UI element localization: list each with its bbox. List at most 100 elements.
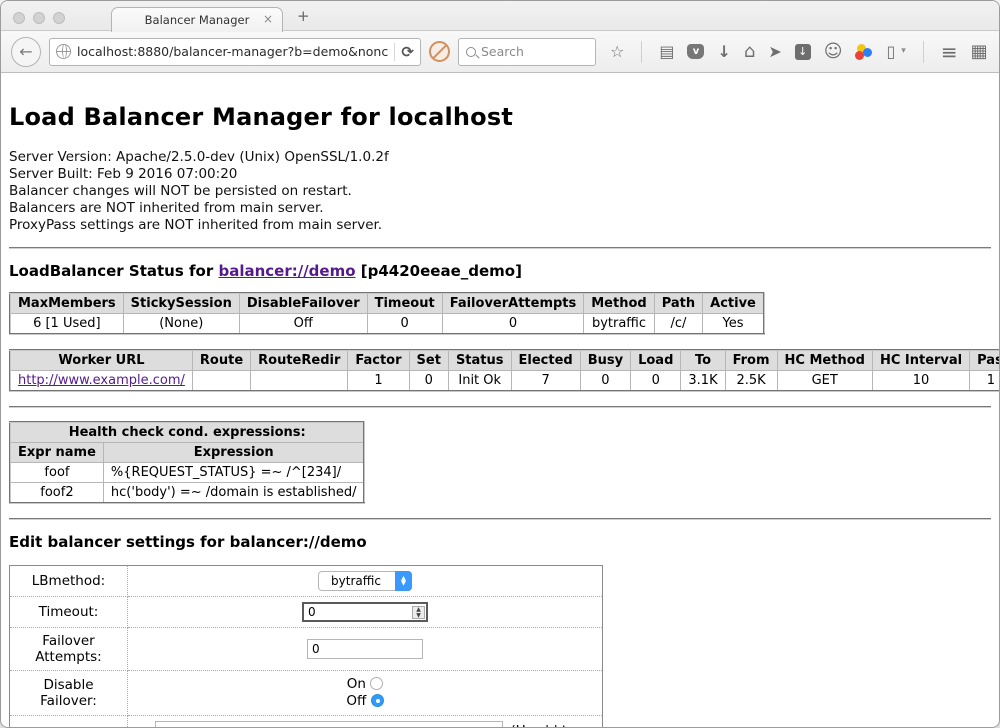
reload-icon[interactable]: ⟳ [401, 43, 414, 61]
noscript-addon-icon[interactable] [429, 41, 450, 62]
column-header-cell: DisableFailover [239, 293, 367, 314]
table-cell: 10 [872, 371, 969, 392]
zoom-window-button[interactable] [53, 12, 65, 24]
new-tab-button[interactable]: + [297, 7, 310, 25]
failover-on-radio[interactable] [370, 677, 383, 690]
send-tab-icon[interactable]: ➤ [768, 44, 781, 60]
status-heading-prefix: LoadBalancer Status for [9, 262, 218, 280]
failover-off-label: Off [346, 693, 366, 709]
table-cell: 0 [631, 371, 681, 392]
column-header-cell: HC Method [777, 350, 872, 371]
column-header-cell: Method [584, 293, 654, 314]
site-identity-globe-icon[interactable] [56, 44, 71, 59]
persist-note-line: Balancer changes will NOT be persisted o… [9, 183, 991, 200]
url-bar[interactable]: localhost:8880/balancer-manager?b=demo&n… [49, 38, 421, 66]
column-header-cell: Active [703, 293, 764, 314]
form-row-lbmethod: LBmethod: bytraffic ▲▼ [10, 566, 603, 597]
timeout-input[interactable] [302, 602, 428, 622]
table-cell: 0 [442, 314, 584, 335]
server-version-line: Server Version: Apache/2.5.0-dev (Unix) … [9, 149, 991, 166]
proxypass-note-line: ProxyPass settings are NOT inherited fro… [9, 217, 991, 234]
table-cell: bytraffic [584, 314, 654, 335]
lbmethod-label: LBmethod: [10, 566, 128, 597]
bookmark-star-icon[interactable]: ☆ [610, 44, 624, 60]
sticky-session-label: Sticky Session: [10, 716, 128, 728]
column-header-cell: Expr name [10, 443, 103, 463]
table-cell: %{REQUEST_STATUS} =~ /^[234]/ [103, 463, 364, 483]
window-controls [13, 12, 65, 24]
table-cell: 3.1K [681, 371, 725, 392]
table-cell: foof2 [10, 483, 103, 504]
column-header-cell: Load [631, 350, 681, 371]
server-info: Server Version: Apache/2.5.0-dev (Unix) … [9, 149, 991, 234]
health-table-body: foof%{REQUEST_STATUS} =~ /^[234]/foof2hc… [10, 463, 364, 504]
column-header-cell: From [725, 350, 777, 371]
pocket-icon[interactable]: v [687, 44, 704, 59]
loadbalancer-status-heading: LoadBalancer Status for balancer://demo … [9, 262, 991, 280]
url-divider [394, 43, 395, 61]
hamburger-menu-icon[interactable]: ≡ [941, 42, 958, 62]
column-header-cell: Factor [348, 350, 409, 371]
failover-attempts-input[interactable] [307, 639, 423, 659]
sticky-session-input[interactable] [155, 721, 503, 728]
form-row-failover-attempts: Failover Attempts: [10, 628, 603, 671]
minimize-window-button[interactable] [33, 12, 45, 24]
table-cell: 2.5K [725, 371, 777, 392]
form-row-sticky-session: Sticky Session: (Use '-' to delete) [10, 716, 603, 728]
tab-close-icon[interactable]: × [263, 12, 273, 26]
worker-url-link[interactable]: http://www.example.com/ [18, 373, 185, 388]
battery-addon-icon[interactable]: ▯ [886, 44, 895, 60]
column-header-cell: FailoverAttempts [442, 293, 584, 314]
search-icon [466, 47, 476, 57]
table-cell: hc('body') =~ /domain is established/ [103, 483, 364, 504]
edit-balancer-form: LBmethod: bytraffic ▲▼ Timeout: ▲▼ [9, 565, 603, 728]
search-bar[interactable]: Search [458, 38, 596, 66]
back-button[interactable]: ← [11, 37, 41, 67]
number-spinner-icon[interactable]: ▲▼ [412, 606, 425, 619]
lbmethod-select[interactable]: bytraffic ▲▼ [318, 571, 412, 591]
screengrab-grid-icon[interactable]: ▦ [971, 43, 988, 61]
column-header-cell: Set [409, 350, 448, 371]
column-header-cell: HC Interval [872, 350, 969, 371]
toolbar-divider [641, 41, 642, 63]
table-cell: Off [239, 314, 367, 335]
inherit-note-line: Balancers are NOT inherited from main se… [9, 200, 991, 217]
addon-caret-icon[interactable]: ▾ [901, 47, 906, 56]
table-row: foof2hc('body') =~ /domain is establishe… [10, 483, 364, 504]
tab-title: Balancer Manager [145, 13, 250, 27]
table-header-row: Worker URLRouteRouteRedirFactorSetStatus… [10, 350, 999, 371]
column-header-cell: Path [654, 293, 702, 314]
failover-on-label: On [347, 676, 366, 692]
balancer-status-table: MaxMembersStickySessionDisableFailoverTi… [9, 292, 765, 335]
health-check-table: Health check cond. expressions: Expr nam… [9, 421, 365, 504]
tab-balancer-manager[interactable]: Balancer Manager × [111, 7, 283, 32]
column-header-cell: Passes [970, 350, 999, 371]
table-header-row: Expr nameExpression [10, 443, 364, 463]
panel-download-icon[interactable]: ↓ [795, 44, 811, 60]
downloads-icon[interactable]: ↓ [717, 44, 730, 60]
close-window-button[interactable] [13, 12, 25, 24]
forum-smiley-icon[interactable]: ☺ [824, 43, 843, 61]
home-icon[interactable]: ⌂ [744, 43, 755, 61]
url-text[interactable]: localhost:8880/balancer-manager?b=demo&n… [77, 44, 388, 59]
table-cell: Init Ok [448, 371, 511, 392]
table-cell: GET [777, 371, 872, 392]
table-title-row: Health check cond. expressions: [10, 422, 364, 443]
failover-off-radio[interactable] [371, 694, 384, 707]
table-row: 6 [1 Used](None)Off00bytraffic/c/Yes [10, 314, 764, 335]
balancer-demo-link[interactable]: balancer://demo [218, 262, 355, 280]
column-header-cell: StickySession [123, 293, 239, 314]
table-cell: http://www.example.com/ [10, 371, 192, 392]
browser-window: Balancer Manager × + ← localhost:8880/ba… [0, 0, 1000, 728]
colorful-dots-addon-icon[interactable] [855, 44, 873, 60]
table-row: foof%{REQUEST_STATUS} =~ /^[234]/ [10, 463, 364, 483]
table-cell: Yes [703, 314, 764, 335]
page-title: Load Balancer Manager for localhost [9, 103, 991, 131]
lbmethod-selected-value: bytraffic [331, 574, 395, 588]
clipboard-icon[interactable]: ▤ [659, 44, 674, 60]
form-row-timeout: Timeout: ▲▼ [10, 597, 603, 628]
column-header-cell: Timeout [367, 293, 442, 314]
navigation-toolbar: ← localhost:8880/balancer-manager?b=demo… [1, 31, 999, 73]
table-cell: 1 (0) [970, 371, 999, 392]
server-built-line: Server Built: Feb 9 2016 07:00:20 [9, 166, 991, 183]
